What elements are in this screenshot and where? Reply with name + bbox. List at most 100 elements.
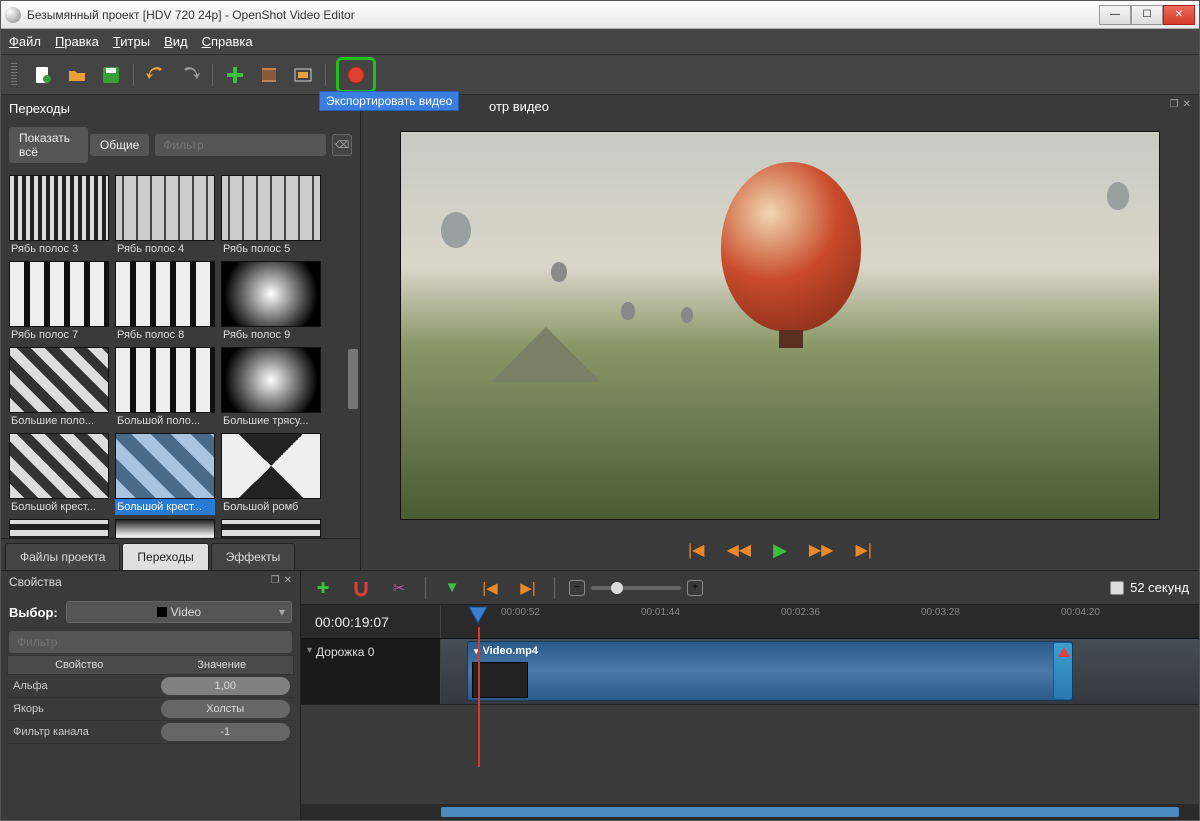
snap-icon[interactable] bbox=[349, 576, 373, 600]
property-row[interactable]: Альфа1,00 bbox=[7, 675, 294, 698]
ruler-tick: 00:00:52 bbox=[501, 607, 540, 618]
maximize-button[interactable]: ☐ bbox=[1131, 5, 1163, 25]
transition-item[interactable]: Рябь полос 7 bbox=[9, 261, 109, 343]
fullscreen-icon[interactable] bbox=[291, 63, 315, 87]
selection-dropdown[interactable]: Video bbox=[66, 601, 292, 623]
open-project-icon[interactable] bbox=[65, 63, 89, 87]
save-project-icon[interactable] bbox=[99, 63, 123, 87]
marker-add-icon[interactable]: ▼ bbox=[440, 576, 464, 600]
col-value[interactable]: Значение bbox=[151, 656, 294, 674]
transition-item[interactable] bbox=[115, 519, 215, 538]
transition-item[interactable]: Большой крест... bbox=[9, 433, 109, 515]
transition-item[interactable]: Рябь полос 5 bbox=[221, 175, 321, 257]
property-row[interactable]: ЯкорьХолсты bbox=[7, 698, 294, 721]
profile-icon[interactable] bbox=[257, 63, 281, 87]
property-name: Альфа bbox=[7, 675, 157, 697]
video-preview[interactable] bbox=[400, 131, 1160, 520]
transitions-scrollbar[interactable] bbox=[346, 169, 360, 538]
import-files-icon[interactable] bbox=[223, 63, 247, 87]
export-tooltip: Экспортировать видео bbox=[319, 91, 459, 111]
playhead-icon[interactable] bbox=[467, 605, 489, 627]
add-track-icon[interactable]: ✚ bbox=[311, 576, 335, 600]
track-body[interactable]: Video.mp4 bbox=[441, 639, 1199, 704]
timeline-scrollbar[interactable] bbox=[301, 804, 1199, 820]
transition-label: Рябь полос 9 bbox=[221, 327, 321, 343]
clip-end-handle[interactable] bbox=[1053, 642, 1073, 700]
transition-item[interactable] bbox=[221, 519, 321, 538]
transitions-filter-input[interactable] bbox=[155, 134, 326, 156]
props-undock-icon[interactable]: ❐ bbox=[271, 575, 280, 591]
transition-label: Большие трясу... bbox=[221, 413, 321, 429]
transition-thumbnail bbox=[9, 519, 109, 538]
duration-checkbox[interactable] bbox=[1110, 581, 1124, 595]
property-value[interactable]: -1 bbox=[161, 723, 291, 741]
jump-start-icon[interactable]: |◀ bbox=[688, 540, 704, 560]
zoom-in-icon[interactable]: + bbox=[687, 580, 703, 596]
transition-item[interactable]: Большой ромб bbox=[221, 433, 321, 515]
transition-thumbnail bbox=[115, 433, 215, 499]
transition-item[interactable]: Большой крест... bbox=[115, 433, 215, 515]
show-all-button[interactable]: Показать всё bbox=[9, 127, 88, 163]
transition-item[interactable] bbox=[9, 519, 109, 538]
preview-image-content bbox=[441, 212, 471, 248]
transition-thumbnail bbox=[221, 347, 321, 413]
menu-view[interactable]: Вид bbox=[164, 34, 188, 49]
tab-effects[interactable]: Эффекты bbox=[211, 543, 296, 570]
export-video-highlight bbox=[336, 57, 376, 93]
ruler-tick: 00:02:36 bbox=[781, 607, 820, 618]
transition-item[interactable]: Рябь полос 4 bbox=[115, 175, 215, 257]
rewind-icon[interactable]: ◀◀ bbox=[726, 540, 751, 560]
properties-filter-input[interactable] bbox=[9, 631, 292, 653]
transition-item[interactable]: Рябь полос 3 bbox=[9, 175, 109, 257]
props-close-icon[interactable]: ✕ bbox=[284, 575, 292, 591]
transition-item[interactable]: Рябь полос 8 bbox=[115, 261, 215, 343]
minimize-button[interactable]: — bbox=[1099, 5, 1131, 25]
play-icon[interactable]: ▶ bbox=[773, 540, 787, 561]
transition-thumbnail bbox=[221, 175, 321, 241]
property-row[interactable]: Фильтр канала-1 bbox=[7, 721, 294, 744]
transition-thumbnail bbox=[115, 175, 215, 241]
close-button[interactable]: ✕ bbox=[1163, 5, 1195, 25]
transition-thumbnail bbox=[221, 433, 321, 499]
zoom-slider[interactable] bbox=[591, 586, 681, 590]
video-clip[interactable]: Video.mp4 bbox=[467, 641, 1073, 701]
redo-icon[interactable] bbox=[178, 63, 202, 87]
transition-item[interactable]: Большой поло... bbox=[115, 347, 215, 429]
tab-project-files[interactable]: Файлы проекта bbox=[5, 543, 120, 570]
preview-undock-icon[interactable]: ❐ bbox=[1050, 99, 1179, 117]
transition-label: Большие поло... bbox=[9, 413, 109, 429]
transition-item[interactable]: Большие трясу... bbox=[221, 347, 321, 429]
property-name: Фильтр канала bbox=[7, 721, 157, 743]
menu-help[interactable]: Справка bbox=[202, 34, 253, 49]
transition-item[interactable]: Рябь полос 9 bbox=[221, 261, 321, 343]
transition-item[interactable]: Большие поло... bbox=[9, 347, 109, 429]
transition-thumbnail bbox=[221, 261, 321, 327]
track-header[interactable]: Дорожка 0 bbox=[301, 639, 441, 704]
menu-edit[interactable]: Правка bbox=[55, 34, 99, 49]
transitions-panel-title: Переходы ❐✕ bbox=[1, 95, 360, 121]
menu-file[interactable]: Файл bbox=[9, 34, 41, 49]
transition-thumbnail bbox=[221, 519, 321, 538]
col-property[interactable]: Свойство bbox=[8, 656, 151, 674]
razor-icon[interactable]: ✂ bbox=[387, 576, 411, 600]
undo-icon[interactable] bbox=[144, 63, 168, 87]
next-marker-icon[interactable]: ▶| bbox=[516, 576, 540, 600]
zoom-out-icon[interactable]: − bbox=[569, 580, 585, 596]
transition-thumbnail bbox=[9, 175, 109, 241]
app-icon bbox=[5, 7, 21, 23]
property-value[interactable]: 1,00 bbox=[161, 677, 291, 695]
jump-end-icon[interactable]: ▶| bbox=[856, 540, 872, 560]
common-button[interactable]: Общие bbox=[90, 134, 149, 156]
prev-marker-icon[interactable]: |◀ bbox=[478, 576, 502, 600]
new-project-icon[interactable] bbox=[31, 63, 55, 87]
tab-transitions[interactable]: Переходы bbox=[122, 543, 208, 570]
forward-icon[interactable]: ▶▶ bbox=[809, 540, 834, 560]
filter-clear-icon[interactable]: ⌫ bbox=[332, 134, 352, 156]
menu-titles[interactable]: Титры bbox=[113, 34, 150, 49]
timeline-ruler[interactable]: 00:00:5200:01:4400:02:3600:03:2800:04:20… bbox=[441, 605, 1199, 638]
toolbar-grip[interactable] bbox=[11, 63, 17, 87]
preview-close-icon[interactable]: ✕ bbox=[1183, 99, 1191, 117]
export-video-button[interactable] bbox=[344, 63, 368, 87]
property-value[interactable]: Холсты bbox=[161, 700, 291, 718]
transition-thumbnail bbox=[115, 519, 215, 538]
